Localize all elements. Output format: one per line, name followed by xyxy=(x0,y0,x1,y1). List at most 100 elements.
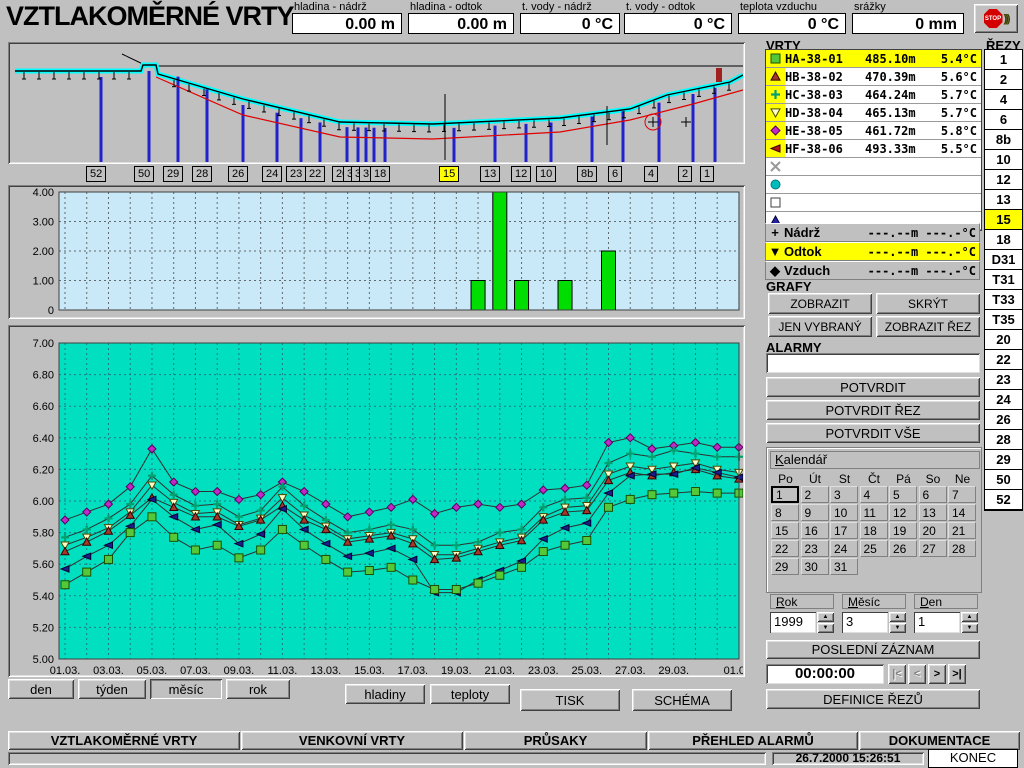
calendar-day-11[interactable]: 11 xyxy=(860,504,888,521)
section-item-10[interactable]: 10 xyxy=(985,150,1022,170)
env-row-Odtok[interactable]: ▼Odtok---.--m ---.-°C xyxy=(765,242,980,261)
section-item-15[interactable]: 15 xyxy=(985,210,1022,230)
calendar-day-24[interactable]: 24 xyxy=(830,540,858,557)
well-row-HA-38-01[interactable]: HA-38-01485.10m5.4°C xyxy=(766,50,981,68)
well-position-label-15[interactable]: 15 xyxy=(439,166,459,182)
section-item-8b[interactable]: 8b xyxy=(985,130,1022,150)
spin-up-icon[interactable]: ▲ xyxy=(889,612,906,622)
section-item-26[interactable]: 26 xyxy=(985,410,1022,430)
well-row-HC-38-03[interactable]: HC-38-03464.24m5.7°C xyxy=(766,86,981,104)
well-position-label-26[interactable]: 26 xyxy=(228,166,248,182)
section-item-29[interactable]: 29 xyxy=(985,450,1022,470)
period-button-týden[interactable]: týden xyxy=(78,679,146,699)
section-item-12[interactable]: 12 xyxy=(985,170,1022,190)
section-item-T33[interactable]: T33 xyxy=(985,290,1022,310)
well-position-label-24[interactable]: 24 xyxy=(262,166,282,182)
section-item-18[interactable]: 18 xyxy=(985,230,1022,250)
record-nav-button-4[interactable]: >| xyxy=(948,664,966,684)
calendar-title[interactable]: Kalendář xyxy=(770,451,980,469)
calendar-day-25[interactable]: 25 xyxy=(860,540,888,557)
well-position-label-29[interactable]: 29 xyxy=(163,166,183,182)
calendar-day-20[interactable]: 20 xyxy=(919,522,947,539)
period-button-měsíc[interactable]: měsíc xyxy=(150,679,222,699)
well-position-label-6[interactable]: 6 xyxy=(608,166,622,182)
calendar-day-1[interactable]: 1 xyxy=(771,486,799,503)
section-item-28[interactable]: 28 xyxy=(985,430,1022,450)
grafy-button-1[interactable]: ZOBRAZIT xyxy=(768,293,872,314)
section-item-13[interactable]: 13 xyxy=(985,190,1022,210)
legend-row-square-open[interactable] xyxy=(766,194,981,212)
calendar-day-22[interactable]: 22 xyxy=(771,540,799,557)
spin-down-icon[interactable]: ▼ xyxy=(961,623,978,633)
section-item-D31[interactable]: D31 xyxy=(985,250,1022,270)
well-row-HD-38-04[interactable]: HD-38-04465.13m5.7°C xyxy=(766,104,981,122)
calendar-day-23[interactable]: 23 xyxy=(801,540,829,557)
calendar-day-4[interactable]: 4 xyxy=(860,486,888,503)
well-position-label-22[interactable]: 22 xyxy=(305,166,325,182)
period-button-rok[interactable]: rok xyxy=(226,679,290,699)
grafy-button-4[interactable]: ZOBRAZIT ŘEZ xyxy=(876,316,980,337)
calendar-day-10[interactable]: 10 xyxy=(830,504,858,521)
calendar-day-30[interactable]: 30 xyxy=(801,558,829,575)
define-sections-button[interactable]: DEFINICE ŘEZŮ xyxy=(766,689,980,709)
calendar-day-7[interactable]: 7 xyxy=(948,486,976,503)
quit-button[interactable]: KONEC xyxy=(928,749,1018,768)
calendar-day-26[interactable]: 26 xyxy=(889,540,917,557)
date-value-Rok[interactable]: 1999 xyxy=(770,612,816,633)
tab-venkovn-vrty[interactable]: VENKOVNÍ VRTY xyxy=(241,731,463,750)
spin-down-icon[interactable]: ▼ xyxy=(889,623,906,633)
section-item-52[interactable]: 52 xyxy=(985,490,1022,510)
well-position-label-12[interactable]: 12 xyxy=(511,166,531,182)
well-position-label-1[interactable]: 1 xyxy=(700,166,714,182)
legend-row-circle-teal[interactable] xyxy=(766,176,981,194)
section-item-T31[interactable]: T31 xyxy=(985,270,1022,290)
calendar-day-29[interactable]: 29 xyxy=(771,558,799,575)
well-position-label-2[interactable]: 2 xyxy=(678,166,692,182)
calendar-day-31[interactable]: 31 xyxy=(830,558,858,575)
calendar-day-12[interactable]: 12 xyxy=(889,504,917,521)
well-position-label-4[interactable]: 4 xyxy=(644,166,658,182)
calendar-day-14[interactable]: 14 xyxy=(948,504,976,521)
calendar-day-15[interactable]: 15 xyxy=(771,522,799,539)
well-position-label-18[interactable]: 18 xyxy=(370,166,390,182)
last-record-button[interactable]: POSLEDNÍ ZÁZNAM xyxy=(766,640,980,659)
tab-dokumentace[interactable]: DOKUMENTACE xyxy=(859,731,1020,750)
alarm-button-1[interactable]: POTVRDIT xyxy=(766,377,980,397)
calendar-day-18[interactable]: 18 xyxy=(860,522,888,539)
env-row-Nádrž[interactable]: +Nádrž---.--m ---.-°C xyxy=(765,223,980,242)
section-item-2[interactable]: 2 xyxy=(985,70,1022,90)
calendar-day-2[interactable]: 2 xyxy=(801,486,829,503)
tab-vztlakom-rn-vrty[interactable]: VZTLAKOMĚRNÉ VRTY xyxy=(8,731,240,750)
calendar-day-3[interactable]: 3 xyxy=(830,486,858,503)
calendar-day-21[interactable]: 21 xyxy=(948,522,976,539)
section-item-50[interactable]: 50 xyxy=(985,470,1022,490)
grafy-button-2[interactable]: SKRÝT xyxy=(876,293,980,314)
tab-pr-saky[interactable]: PRŮSAKY xyxy=(464,731,647,750)
well-position-label-10[interactable]: 10 xyxy=(536,166,556,182)
well-position-label-52[interactable]: 52 xyxy=(86,166,106,182)
section-item-22[interactable]: 22 xyxy=(985,350,1022,370)
well-row-HF-38-06[interactable]: HF-38-06493.33m5.5°C xyxy=(766,140,981,158)
section-item-20[interactable]: 20 xyxy=(985,330,1022,350)
calendar-day-17[interactable]: 17 xyxy=(830,522,858,539)
calendar-day-28[interactable]: 28 xyxy=(948,540,976,557)
record-nav-button-3[interactable]: > xyxy=(928,664,946,684)
spin-up-icon[interactable]: ▲ xyxy=(817,612,834,622)
date-value-Den[interactable]: 1 xyxy=(914,612,960,633)
legend-row-x-gray[interactable] xyxy=(766,158,981,176)
calendar-day-6[interactable]: 6 xyxy=(919,486,947,503)
alarm-button-3[interactable]: POTVRDIT VŠE xyxy=(766,423,980,443)
mode-button-hladiny[interactable]: hladiny xyxy=(345,684,425,704)
calendar-day-8[interactable]: 8 xyxy=(771,504,799,521)
print-button[interactable]: TISK xyxy=(520,689,620,711)
section-item-4[interactable]: 4 xyxy=(985,90,1022,110)
alarm-message-input[interactable] xyxy=(766,353,980,373)
well-position-label-8b[interactable]: 8b xyxy=(577,166,597,182)
schema-button[interactable]: SCHÉMA xyxy=(632,689,732,711)
date-value-Měsíc[interactable]: 3 xyxy=(842,612,888,633)
well-row-HE-38-05[interactable]: HE-38-05461.72m5.8°C xyxy=(766,122,981,140)
well-position-label-23[interactable]: 23 xyxy=(286,166,306,182)
section-item-23[interactable]: 23 xyxy=(985,370,1022,390)
spin-down-icon[interactable]: ▼ xyxy=(817,623,834,633)
calendar-day-5[interactable]: 5 xyxy=(889,486,917,503)
